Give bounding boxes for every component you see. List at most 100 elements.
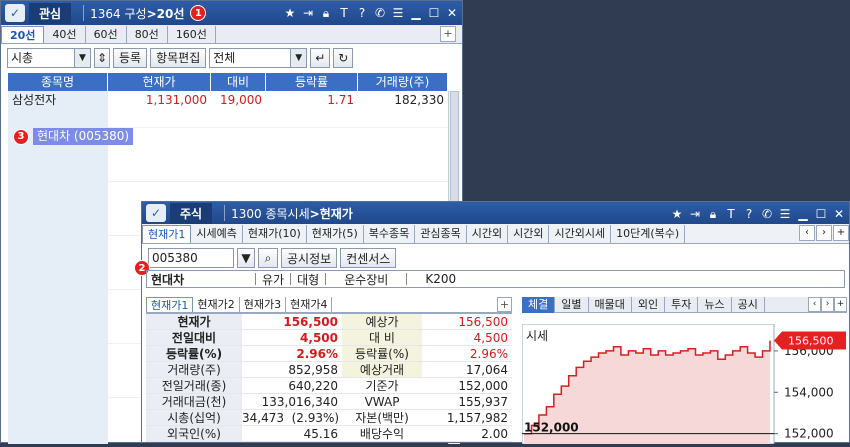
subtab-1[interactable]: 현재가1: [146, 297, 194, 312]
tab-80[interactable]: 80선: [127, 26, 168, 43]
close-icon[interactable]: ✕: [446, 6, 458, 20]
tab-afterhours2[interactable]: 시간외: [508, 225, 550, 243]
star-icon[interactable]: ★: [284, 6, 296, 20]
quote-value: 34,473 (2.93%): [242, 411, 340, 425]
tab-current5[interactable]: 현재가(5): [307, 225, 364, 243]
lock-icon[interactable]: 🔒︎: [707, 207, 719, 222]
stock-code-input[interactable]: 005380: [148, 248, 234, 268]
add-tab-button[interactable]: +: [440, 26, 456, 42]
export-icon[interactable]: ⇥: [689, 207, 701, 221]
chart-tab-foreign[interactable]: 외인: [632, 297, 666, 313]
chart-tab-trades[interactable]: 체결: [522, 297, 556, 313]
enter-button[interactable]: ↵: [310, 47, 331, 68]
col-header-rate[interactable]: 등락률: [266, 73, 358, 91]
add-tab-button[interactable]: +: [833, 225, 849, 241]
tab-40[interactable]: 40선: [44, 26, 86, 43]
index-membership: K200: [425, 272, 457, 286]
tab-20[interactable]: 20선: [1, 26, 45, 43]
tab-current1[interactable]: 현재가1: [142, 225, 192, 243]
close-icon[interactable]: ✕: [833, 207, 845, 221]
register-button[interactable]: 등록: [113, 47, 148, 68]
y-tick-label: 152,000: [784, 427, 834, 441]
quote-value: 155,937: [458, 395, 508, 409]
sort-select-value: 시총: [11, 51, 34, 65]
subtab-4[interactable]: 현재가4: [286, 297, 333, 312]
tab-current10[interactable]: 현재가(10): [243, 225, 307, 243]
stock-quote-window: ✓ 주식 1300 종목시세>현재가 ★ ⇥ 🔒︎ T ? ✆ ☰ ▁ ☐ ✕ …: [134, 201, 850, 445]
app-logo-icon: ✓: [146, 204, 166, 222]
phone-icon[interactable]: ✆: [761, 207, 773, 221]
screen-title: 1300 종목시세>현재가: [231, 205, 353, 222]
price-chart-svg: 시세 156,000154,000152,000 156,500 152,000: [521, 323, 846, 445]
scrollbar-thumb[interactable]: [450, 91, 459, 211]
selected-stock-item[interactable]: 3 현대차 (005380): [13, 128, 134, 145]
tab-afterhours-quote[interactable]: 시간외시세: [549, 225, 612, 243]
star-icon[interactable]: ★: [671, 207, 683, 221]
maximize-icon[interactable]: ☐: [815, 207, 827, 221]
last-price-label: 156,500: [788, 335, 834, 348]
chart-tab-investor[interactable]: 투자: [665, 297, 699, 313]
text-icon[interactable]: T: [338, 6, 350, 20]
subtab-3[interactable]: 현재가3: [240, 297, 287, 312]
table-row[interactable]: 삼성전자 1,131,000 19,000 1.71 182,330: [8, 91, 448, 109]
col-header-volume[interactable]: 거래량(주): [358, 73, 448, 91]
consensus-button[interactable]: 컨센서스: [340, 248, 397, 268]
group-tabs: 20선 40선 60선 80선 160선 +: [1, 25, 462, 44]
chart-tab-prev-icon[interactable]: ‹: [808, 297, 821, 312]
text-icon[interactable]: T: [725, 207, 737, 221]
chart-tab-volume-profile[interactable]: 매물대: [589, 297, 632, 313]
tab-60[interactable]: 60선: [86, 26, 127, 43]
add-subtab-button[interactable]: +: [497, 297, 512, 312]
tab-160[interactable]: 160선: [168, 26, 216, 43]
code-dropdown-icon[interactable]: ▼: [237, 248, 255, 268]
help-icon[interactable]: ?: [743, 207, 755, 221]
refresh-button[interactable]: ↻: [333, 47, 354, 68]
sort-order-button[interactable]: ⇕: [94, 47, 110, 68]
tab-afterhours1[interactable]: 시간외: [467, 225, 509, 243]
chart-tab-news[interactable]: 뉴스: [698, 297, 732, 313]
minimize-icon[interactable]: ▁: [410, 6, 422, 20]
phone-icon[interactable]: ✆: [374, 6, 386, 20]
last-price-flag: 156,500: [774, 331, 846, 350]
screen-code: 1300: [231, 206, 262, 221]
current-screen: 현재가: [319, 206, 353, 221]
lock-icon[interactable]: 🔒︎: [320, 6, 332, 21]
help-icon[interactable]: ?: [356, 6, 368, 20]
quote-key: 등락률(%): [146, 346, 242, 361]
sector: 운수장비: [344, 272, 389, 287]
export-icon[interactable]: ⇥: [302, 6, 314, 20]
chart-tab-add-button[interactable]: +: [834, 297, 847, 312]
tab-prev-icon[interactable]: ‹: [799, 225, 815, 241]
stock-titlebar[interactable]: ✓ 주식 1300 종목시세>현재가 ★ ⇥ 🔒︎ T ? ✆ ☰ ▁ ☐ ✕: [142, 202, 849, 224]
chart-tab-next-icon[interactable]: ›: [821, 297, 834, 312]
tab-forecast[interactable]: 시세예측: [191, 225, 243, 243]
disclosure-button[interactable]: 공시정보: [281, 248, 338, 268]
table-row: 현재가 156,500 예상가 156,500: [146, 314, 512, 330]
filter-select[interactable]: 전체 ▼: [209, 47, 308, 68]
chart-tab-daily[interactable]: 일별: [555, 297, 589, 313]
tab-multi[interactable]: 복수종목: [364, 225, 416, 243]
price-chart[interactable]: 시세 156,000 154,000 152,000 156,500 152,000: [521, 323, 847, 445]
menu-icon[interactable]: ☰: [779, 207, 791, 221]
screen-name: 구성: [124, 6, 147, 21]
quote-key: 예상가: [342, 314, 422, 329]
tab-10level[interactable]: 10단계(복수): [611, 225, 686, 243]
minimize-icon[interactable]: ▁: [797, 207, 809, 221]
col-header-name[interactable]: 종목명: [8, 73, 108, 91]
search-icon[interactable]: ⌕: [258, 248, 278, 268]
edit-items-button[interactable]: 항목편집: [150, 47, 207, 68]
chart-tab-disclosure[interactable]: 공시: [732, 297, 765, 313]
tab-watch[interactable]: 관심종목: [415, 225, 467, 243]
col-header-price[interactable]: 현재가: [108, 73, 211, 91]
tab-next-icon[interactable]: ›: [816, 225, 832, 241]
stock-info-bar: 현대차 유가 대형 운수장비 K200: [146, 270, 845, 288]
quote-value: 4,500: [300, 331, 338, 345]
quote-key: 기준가: [342, 378, 422, 393]
sort-select[interactable]: 시총 ▼: [7, 47, 91, 68]
maximize-icon[interactable]: ☐: [428, 6, 440, 20]
menu-icon[interactable]: ☰: [392, 6, 404, 20]
watchlist-titlebar[interactable]: ✓ 관심 1364 구성>20선 1 ★ ⇥ 🔒︎ T ? ✆ ☰ ▁ ☐ ✕: [1, 1, 462, 25]
subtab-2[interactable]: 현재가2: [193, 297, 240, 312]
quote-value: 4,500: [473, 331, 508, 345]
col-header-change[interactable]: 대비: [211, 73, 266, 91]
